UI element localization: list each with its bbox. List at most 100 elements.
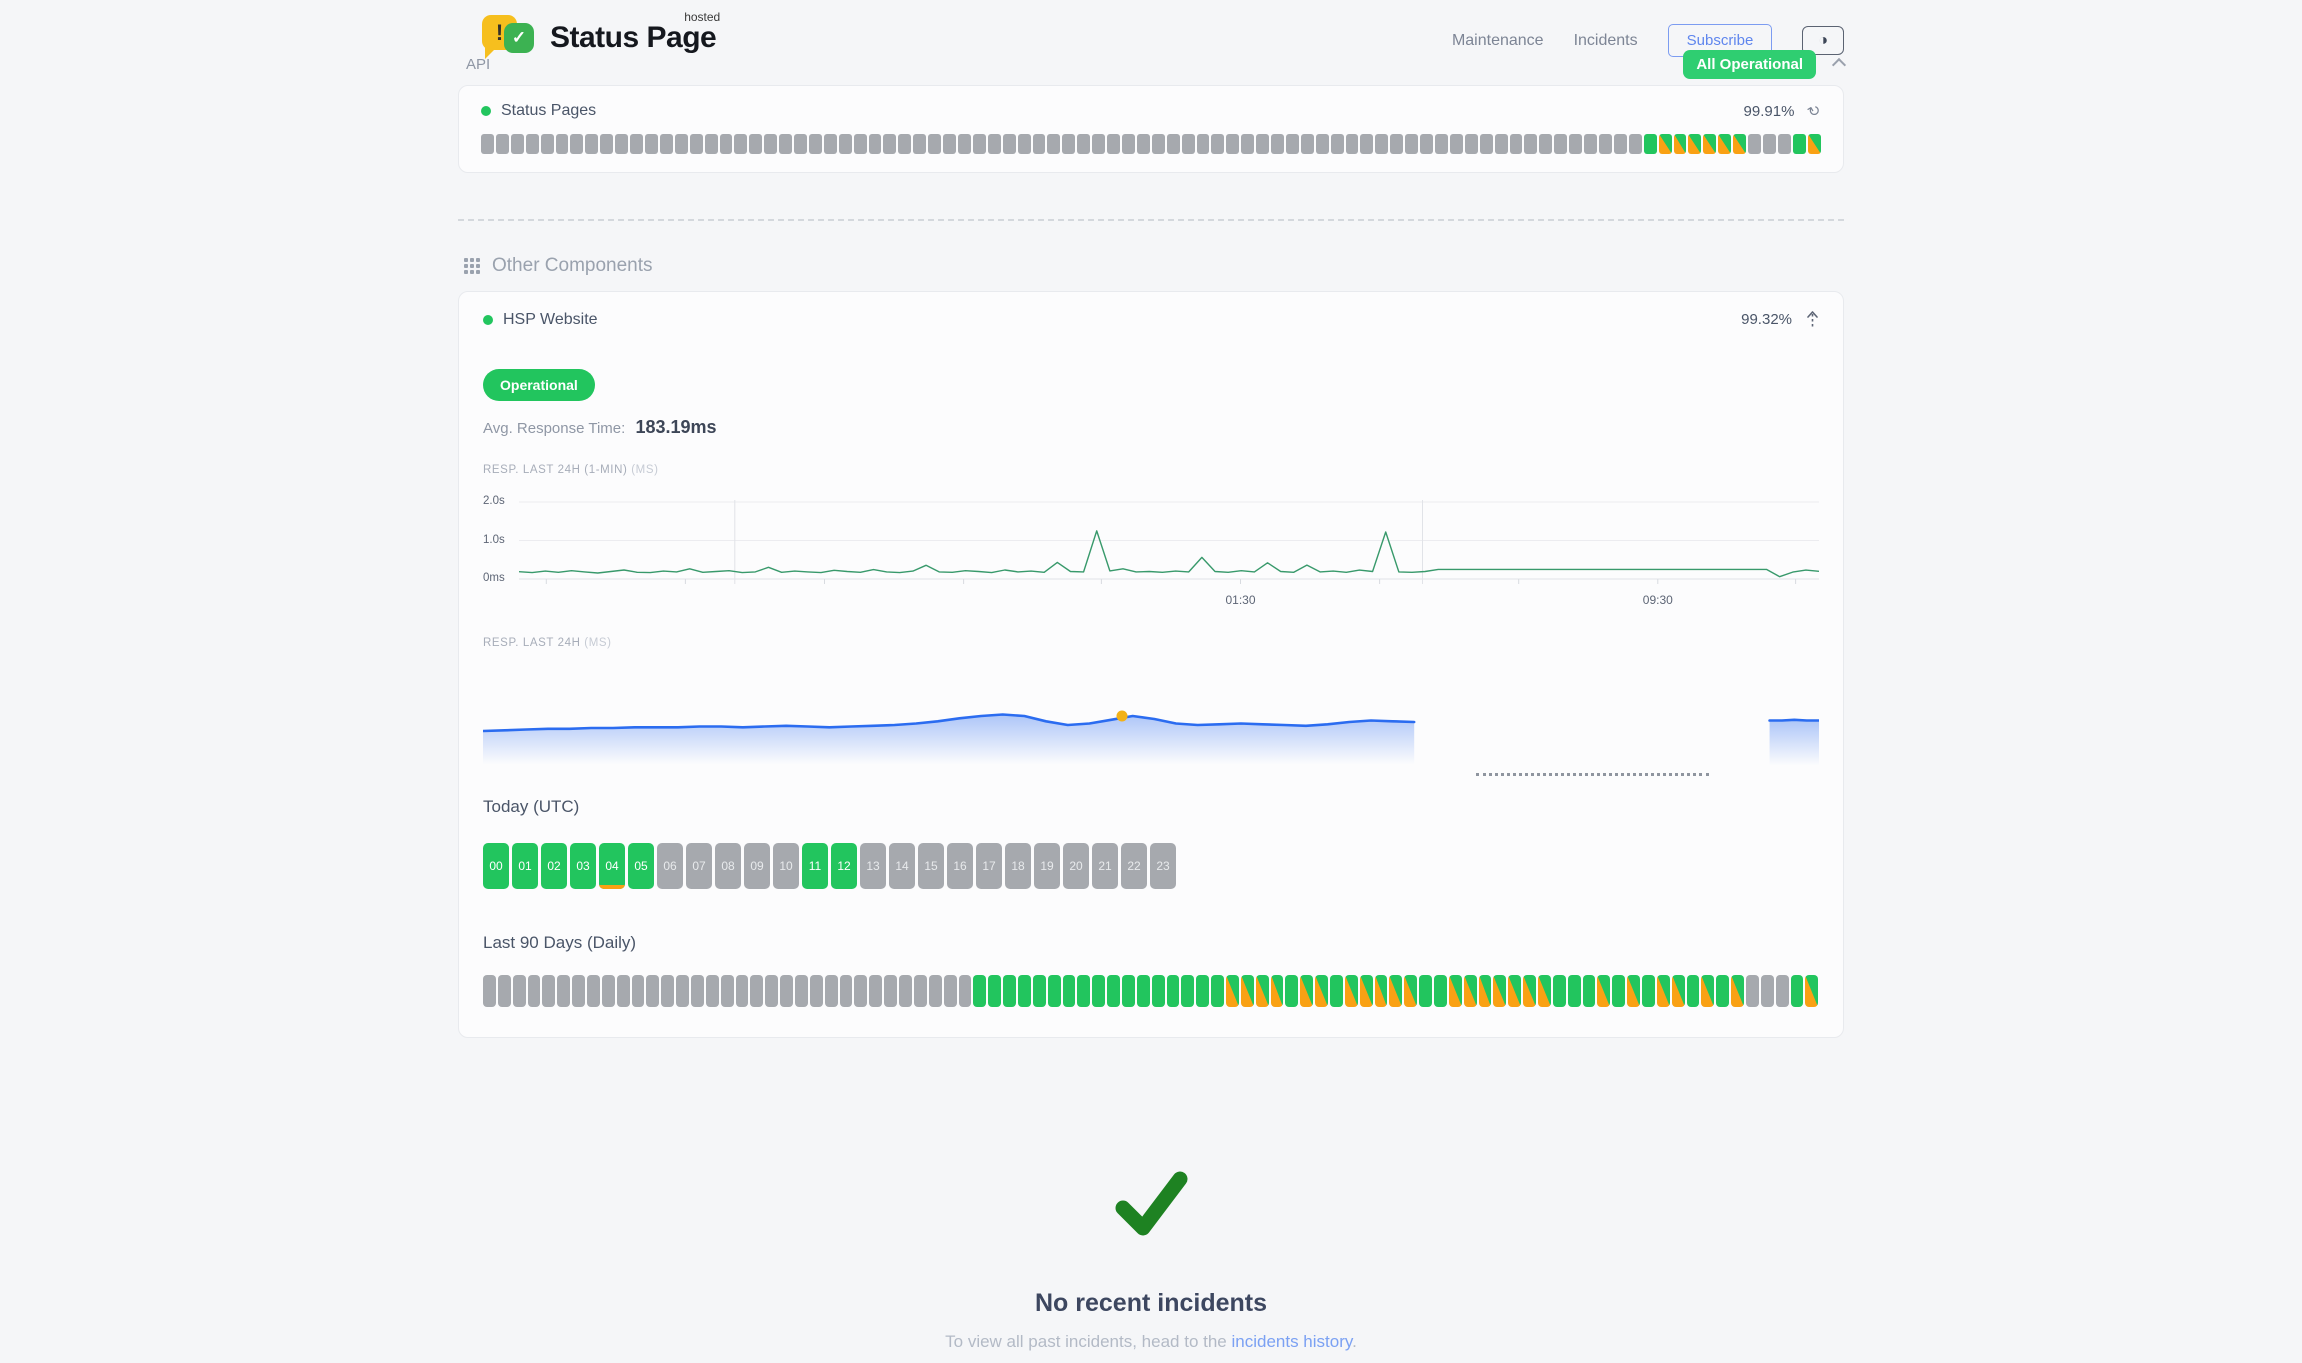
- hour-block-15[interactable]: 15: [918, 843, 944, 889]
- hour-block-22[interactable]: 22: [1121, 843, 1147, 889]
- uptime-bar-operational[interactable]: [1687, 975, 1700, 1007]
- uptime-bar-no-data[interactable]: [1761, 975, 1774, 1007]
- uptime-bar-no-data[interactable]: [1003, 134, 1016, 154]
- uptime-bar-no-data[interactable]: [884, 975, 897, 1007]
- uptime-bar-no-data[interactable]: [600, 134, 613, 154]
- uptime-bar-operational[interactable]: [1791, 975, 1804, 1007]
- uptime-bar-no-data[interactable]: [1271, 134, 1284, 154]
- uptime-bar-operational[interactable]: [1181, 975, 1194, 1007]
- uptime-bar-operational[interactable]: [1568, 975, 1581, 1007]
- uptime-bar-operational-with-degraded[interactable]: [1657, 975, 1670, 1007]
- uptime-bar-operational-with-degraded[interactable]: [1688, 134, 1701, 154]
- uptime-bar-no-data[interactable]: [675, 134, 688, 154]
- uptime-bar-no-data[interactable]: [1510, 134, 1523, 154]
- uptime-bar-no-data[interactable]: [899, 975, 912, 1007]
- uptime-bar-no-data[interactable]: [632, 975, 645, 1007]
- refresh-icon[interactable]: ↻: [1805, 100, 1825, 122]
- uptime-bar-no-data[interactable]: [1316, 134, 1329, 154]
- uptime-bar-operational-with-degraded[interactable]: [1479, 975, 1492, 1007]
- uptime-bar-no-data[interactable]: [1107, 134, 1120, 154]
- uptime-bar-no-data[interactable]: [496, 134, 509, 154]
- hour-block-09[interactable]: 09: [744, 843, 770, 889]
- uptime-bar-no-data[interactable]: [810, 975, 823, 1007]
- hour-block-00[interactable]: 00: [483, 843, 509, 889]
- hour-block-08[interactable]: 08: [715, 843, 741, 889]
- uptime-bar-no-data[interactable]: [824, 134, 837, 154]
- uptime-bar-operational[interactable]: [1330, 975, 1343, 1007]
- uptime-bar-no-data[interactable]: [570, 134, 583, 154]
- uptime-bar-operational-with-degraded[interactable]: [1493, 975, 1506, 1007]
- uptime-bar-no-data[interactable]: [483, 975, 496, 1007]
- uptime-bar-no-data[interactable]: [691, 975, 704, 1007]
- uptime-bar-no-data[interactable]: [840, 975, 853, 1007]
- uptime-bar-no-data[interactable]: [721, 975, 734, 1007]
- uptime-bar-operational-with-degraded[interactable]: [1674, 134, 1687, 154]
- uptime-bar-no-data[interactable]: [513, 975, 526, 1007]
- uptime-bar-no-data[interactable]: [883, 134, 896, 154]
- uptime-bar-no-data[interactable]: [1614, 134, 1627, 154]
- uptime-bar-no-data[interactable]: [615, 134, 628, 154]
- uptime-bar-no-data[interactable]: [839, 134, 852, 154]
- uptime-bar-no-data[interactable]: [764, 134, 777, 154]
- uptime-bar-no-data[interactable]: [794, 134, 807, 154]
- uptime-bar-no-data[interactable]: [1197, 134, 1210, 154]
- uptime-bar-operational[interactable]: [1033, 975, 1046, 1007]
- uptime-bar-no-data[interactable]: [1018, 134, 1031, 154]
- uptime-bar-no-data[interactable]: [646, 975, 659, 1007]
- uptime-bar-no-data[interactable]: [511, 134, 524, 154]
- uptime-bar-no-data[interactable]: [1211, 134, 1224, 154]
- uptime-bar-no-data[interactable]: [734, 134, 747, 154]
- uptime-bar-operational-with-degraded[interactable]: [1508, 975, 1521, 1007]
- uptime-bar-no-data[interactable]: [645, 134, 658, 154]
- uptime-bar-operational-with-degraded[interactable]: [1345, 975, 1358, 1007]
- uptime-bar-no-data[interactable]: [1047, 134, 1060, 154]
- uptime-bar-no-data[interactable]: [498, 975, 511, 1007]
- uptime-bar-no-data[interactable]: [750, 975, 763, 1007]
- chevron-up-icon[interactable]: [1832, 57, 1846, 71]
- uptime-bar-no-data[interactable]: [1062, 134, 1075, 154]
- uptime-bar-no-data[interactable]: [541, 134, 554, 154]
- hour-block-04[interactable]: 04: [599, 843, 625, 889]
- uptime-bar-no-data[interactable]: [1584, 134, 1597, 154]
- uptime-bar-no-data[interactable]: [1122, 134, 1135, 154]
- uptime-bar-operational[interactable]: [1612, 975, 1625, 1007]
- incidents-history-link[interactable]: incidents history: [1231, 1332, 1352, 1351]
- uptime-bar-operational[interactable]: [1583, 975, 1596, 1007]
- uptime-bar-operational-with-degraded[interactable]: [1597, 975, 1610, 1007]
- uptime-bar-no-data[interactable]: [898, 134, 911, 154]
- hour-block-05[interactable]: 05: [628, 843, 654, 889]
- uptime-bar-operational[interactable]: [1077, 975, 1090, 1007]
- hour-block-02[interactable]: 02: [541, 843, 567, 889]
- uptime-bar-operational[interactable]: [1211, 975, 1224, 1007]
- uptime-bar-operational[interactable]: [1285, 975, 1298, 1007]
- uptime-bar-no-data[interactable]: [1375, 134, 1388, 154]
- uptime-bar-no-data[interactable]: [869, 134, 882, 154]
- uptime-bar-operational[interactable]: [1137, 975, 1150, 1007]
- uptime-bar-no-data[interactable]: [988, 134, 1001, 154]
- uptime-bar-no-data[interactable]: [1763, 134, 1776, 154]
- uptime-bar-no-data[interactable]: [1629, 134, 1642, 154]
- uptime-bar-no-data[interactable]: [602, 975, 615, 1007]
- uptime-bar-no-data[interactable]: [1450, 134, 1463, 154]
- uptime-bar-no-data[interactable]: [1776, 975, 1789, 1007]
- uptime-bar-operational-with-degraded[interactable]: [1315, 975, 1328, 1007]
- uptime-bar-operational-with-degraded[interactable]: [1627, 975, 1640, 1007]
- uptime-bar-operational-with-degraded[interactable]: [1375, 975, 1388, 1007]
- uptime-bar-no-data[interactable]: [1539, 134, 1552, 154]
- uptime-bar-operational[interactable]: [1644, 134, 1657, 154]
- uptime-bar-operational[interactable]: [1553, 975, 1566, 1007]
- uptime-bar-operational[interactable]: [1434, 975, 1447, 1007]
- uptime-bar-operational-with-degraded[interactable]: [1523, 975, 1536, 1007]
- hour-block-21[interactable]: 21: [1092, 843, 1118, 889]
- uptime-bar-no-data[interactable]: [780, 975, 793, 1007]
- uptime-bar-operational[interactable]: [1063, 975, 1076, 1007]
- hour-block-03[interactable]: 03: [570, 843, 596, 889]
- uptime-bar-operational[interactable]: [1048, 975, 1061, 1007]
- nav-maintenance[interactable]: Maintenance: [1452, 32, 1544, 50]
- uptime-bar-no-data[interactable]: [1390, 134, 1403, 154]
- uptime-bar-operational[interactable]: [1122, 975, 1135, 1007]
- uptime-bar-operational[interactable]: [1003, 975, 1016, 1007]
- uptime-bar-operational-with-degraded[interactable]: [1464, 975, 1477, 1007]
- uptime-bar-no-data[interactable]: [1554, 134, 1567, 154]
- uptime-bar-operational[interactable]: [1167, 975, 1180, 1007]
